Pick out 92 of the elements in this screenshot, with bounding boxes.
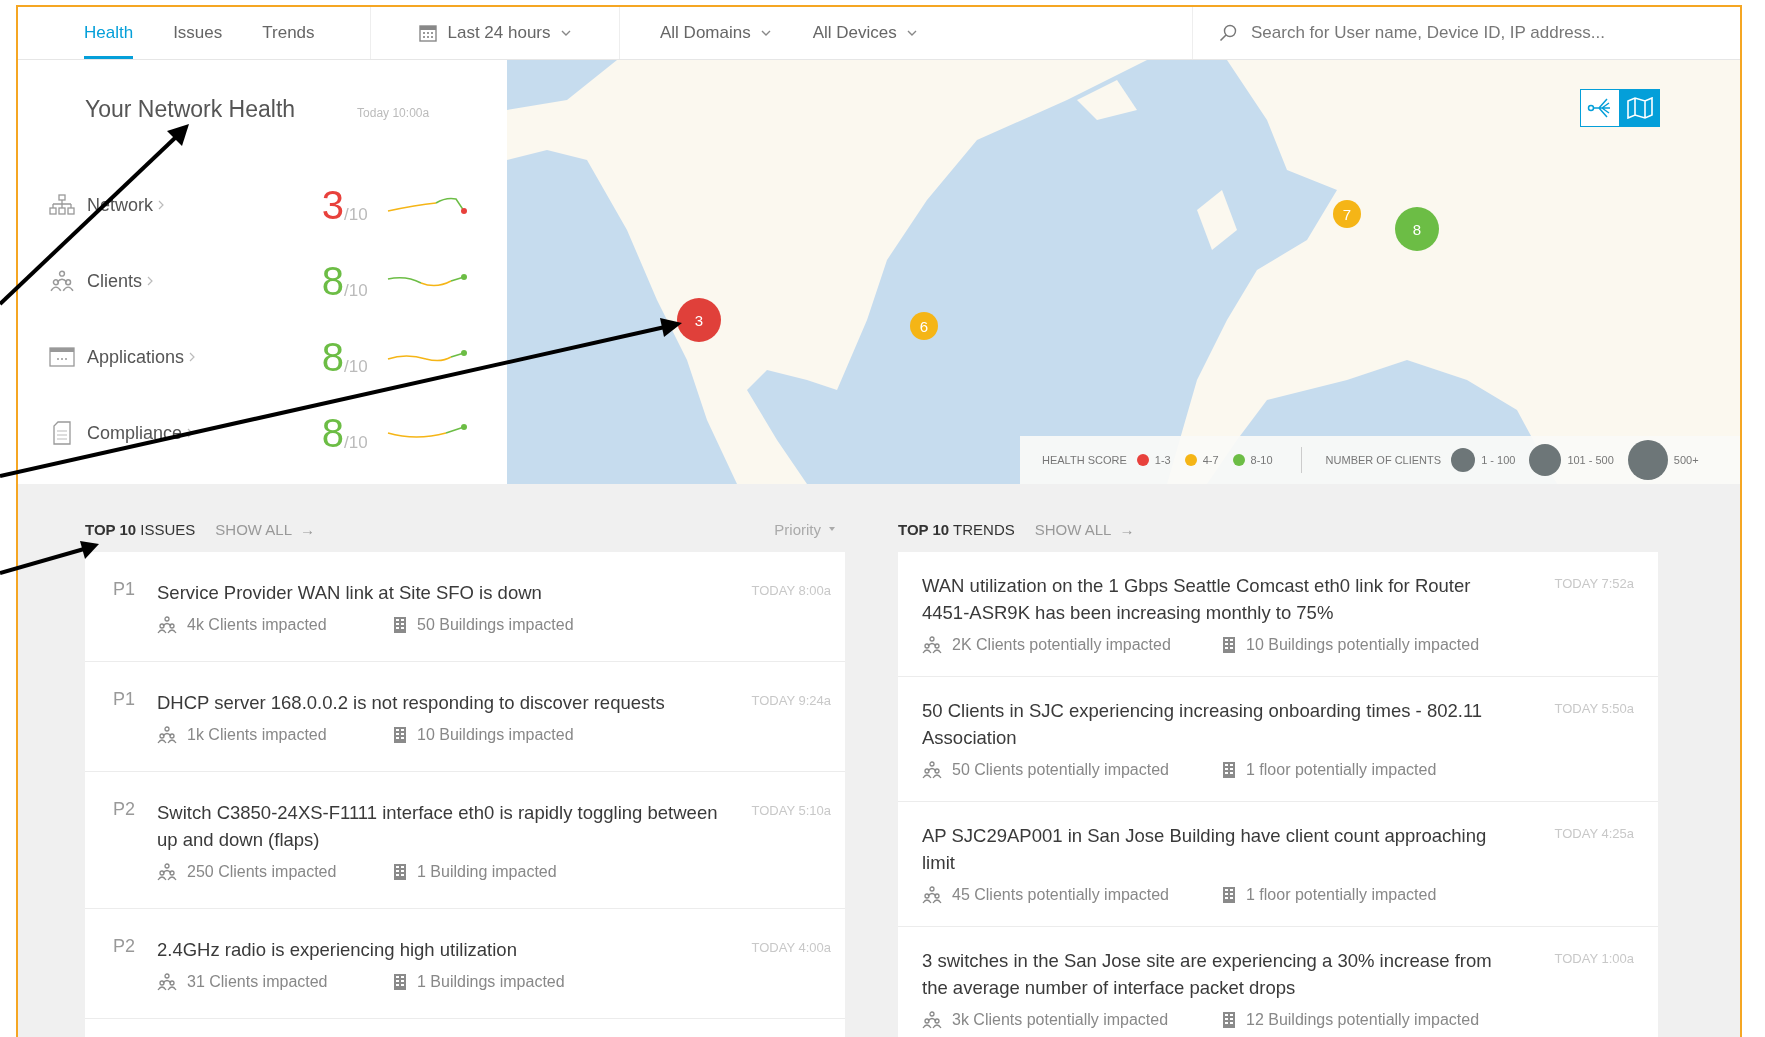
search-icon	[1219, 24, 1237, 42]
section-title: TOP 10 ISSUES	[85, 520, 196, 538]
health-score: 8	[320, 410, 344, 456]
buildings-impacted: 1 floor potentially impacted	[1246, 886, 1437, 904]
chevron-right-icon	[189, 352, 196, 362]
building-icon	[1222, 1011, 1236, 1029]
building-icon	[1222, 886, 1236, 904]
people-icon	[49, 270, 75, 292]
document-icon	[52, 421, 72, 445]
window-icon	[49, 347, 75, 367]
people-icon	[922, 761, 942, 779]
people-icon	[157, 973, 177, 991]
people-icon	[157, 863, 177, 881]
client-size-circle	[1627, 440, 1668, 480]
score-scale: /10	[344, 281, 369, 301]
trend-title: 3 switches in the San Jose site are experiencing a 30% increase from the average number of interface packet drops	[922, 949, 1492, 1000]
priority-label: P1	[113, 579, 137, 601]
health-score: 3	[320, 182, 344, 228]
buildings-impacted: 1 Building impacted	[417, 863, 557, 881]
clients-impacted: 3k Clients potentially impacted	[952, 1011, 1169, 1029]
buildings-impacted: 50 Buildings impacted	[417, 616, 574, 634]
clients-impacted: 1k Clients impacted	[187, 726, 327, 744]
health-score: 8	[320, 258, 344, 304]
people-icon	[157, 616, 177, 634]
buildings-impacted: 10 Buildings potentially impacted	[1246, 636, 1480, 654]
category-link[interactable]: Compliance	[84, 422, 306, 444]
client-size-circle	[1529, 444, 1562, 476]
filter-dropdown[interactable]: All Domains	[660, 23, 771, 43]
issue-title: Service Provider WAN link at Site SFO is down	[157, 581, 543, 605]
category-link[interactable]: Clients	[84, 270, 306, 292]
priority-label: P1	[113, 689, 137, 711]
buildings-impacted: 1 floor potentially impacted	[1246, 761, 1437, 779]
score-scale: /10	[344, 433, 369, 453]
chevron-right-icon	[158, 200, 164, 210]
map-view-button[interactable]	[1620, 89, 1660, 127]
legend-label: HEALTH SCORE	[1042, 454, 1127, 466]
legend-range: 101 - 500	[1567, 454, 1614, 466]
people-icon	[922, 636, 942, 654]
issue-title: Switch C3850-24XS-F1111 interface eth0 is rapidly toggling between up and down (flaps)	[157, 801, 719, 852]
building-icon	[393, 726, 407, 744]
people-icon	[157, 726, 177, 744]
legend-range: 500+	[1673, 454, 1699, 466]
map-icon	[1627, 97, 1653, 119]
clients-impacted: 45 Clients potentially impacted	[952, 886, 1169, 904]
score-scale: /10	[344, 205, 369, 225]
search-field[interactable]: Search for User name, Device ID, IP address...	[1249, 22, 1673, 44]
category-link[interactable]: Applications	[84, 346, 306, 368]
priority-label: P2	[113, 936, 137, 958]
client-size-circle	[1451, 448, 1476, 472]
trend-title: AP SJC29AP001 in San Jose Building have client count approaching limit	[922, 824, 1488, 875]
section-title: TOP 10 TRENDS	[898, 520, 1015, 538]
chevron-right-icon	[147, 276, 154, 286]
nav-tab[interactable]: Issues	[173, 7, 223, 59]
legend-range: 1-3	[1154, 454, 1171, 466]
clients-impacted: 250 Clients impacted	[187, 863, 337, 881]
chevron-down-icon	[560, 29, 571, 37]
clients-impacted: 50 Clients potentially impacted	[952, 761, 1169, 779]
timestamp: Today 10:00a	[357, 106, 430, 120]
chevron-down-icon	[760, 29, 771, 37]
building-icon	[393, 863, 407, 881]
buildings-impacted: 12 Buildings potentially impacted	[1246, 1011, 1480, 1029]
health-score: 8	[320, 334, 344, 380]
legend-range: 1 - 100	[1481, 454, 1516, 466]
legend-label: NUMBER OF CLIENTS	[1325, 454, 1442, 466]
buildings-impacted: 10 Buildings impacted	[417, 726, 574, 744]
clients-impacted: 4k Clients impacted	[187, 616, 327, 634]
trend-title: 50 Clients in SJC experiencing increasing onboarding times - 802.11 Association	[922, 699, 1484, 750]
people-icon	[922, 886, 942, 904]
topology-view-button[interactable]	[1580, 89, 1620, 127]
score-scale: /10	[344, 357, 369, 377]
chevron-down-icon	[906, 29, 917, 37]
building-icon	[393, 616, 407, 634]
topology-icon	[1587, 96, 1613, 120]
trend-title: WAN utilization on the 1 Gbps Seattle Comcast eth0 link for Router 4451-ASR9K has been increasing monthly to 75%	[922, 574, 1472, 625]
building-icon	[1222, 761, 1236, 779]
legend-range: 8-10	[1250, 454, 1273, 466]
issue-title: DHCP server 168.0.0.2 is not responding to discover requests	[157, 691, 666, 715]
buildings-impacted: 1 Buildings impacted	[417, 973, 565, 991]
nav-tab[interactable]: Trends	[262, 7, 315, 59]
hierarchy-icon	[49, 194, 75, 216]
time-range-dropdown[interactable]: Last 24 hours	[419, 23, 571, 43]
filter-dropdown[interactable]: All Devices	[812, 23, 917, 43]
legend-range: 4-7	[1202, 454, 1219, 466]
people-icon	[922, 1011, 942, 1029]
calendar-icon	[419, 24, 438, 42]
clients-impacted: 2K Clients potentially impacted	[952, 636, 1171, 654]
clients-impacted: 31 Clients impacted	[187, 973, 328, 991]
building-icon	[1222, 636, 1236, 654]
building-icon	[393, 973, 407, 991]
panel-title: Your Network Health	[85, 96, 296, 123]
priority-label: P2	[113, 799, 137, 821]
issue-title: 2.4GHz radio is experiencing high utilization	[157, 938, 518, 962]
